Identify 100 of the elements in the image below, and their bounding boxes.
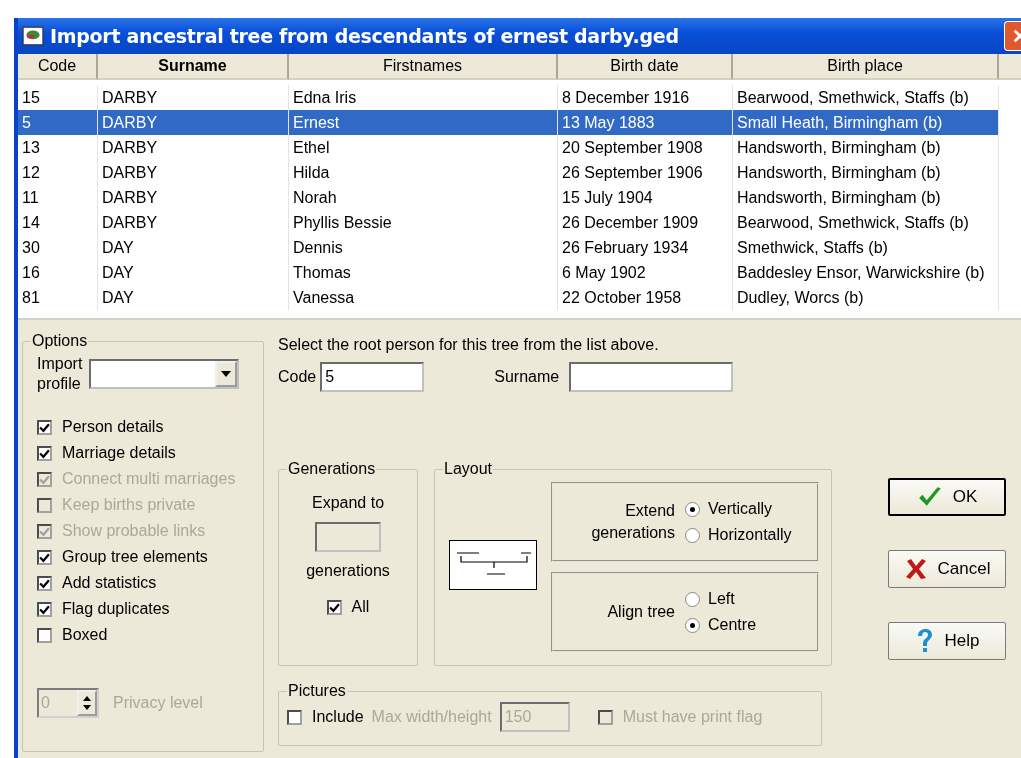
extend-label: Extend generations bbox=[590, 501, 675, 543]
table-cell: 14 bbox=[18, 210, 98, 235]
surname-field[interactable] bbox=[569, 362, 734, 392]
table-cell: Vanessa bbox=[289, 285, 558, 310]
import-profile-label: Import profile bbox=[37, 354, 84, 394]
column-header[interactable]: Birth date bbox=[558, 54, 733, 80]
table-cell: Handsworth, Birmingham (b) bbox=[733, 135, 999, 160]
table-cell: Handsworth, Birmingham (b) bbox=[733, 160, 999, 185]
checkbox-label: All bbox=[351, 598, 370, 616]
checkbox-label: Person details bbox=[62, 418, 164, 436]
import-profile-dropdown[interactable] bbox=[89, 359, 239, 389]
checkbox[interactable] bbox=[37, 627, 52, 643]
table-row[interactable]: 14 DARBY Phyllis Bessie 26 December 1909 Bearwood, Smethwick, Staffs (b) bbox=[18, 210, 1021, 235]
code-field[interactable]: 5 bbox=[320, 362, 425, 392]
table-row[interactable]: 13 DARBY Ethel 20 September 1908 Handsworth, Birmingham (b) bbox=[18, 135, 1021, 160]
table-cell: 22 October 1958 bbox=[558, 285, 733, 310]
group-title: Options bbox=[31, 332, 89, 350]
column-header[interactable]: Surname bbox=[98, 54, 289, 80]
column-header[interactable]: Birth place bbox=[733, 54, 999, 80]
table-cell: Handsworth, Birmingham (b) bbox=[733, 185, 999, 210]
table-cell: DARBY bbox=[98, 160, 289, 185]
window-title: Import ancestral tree from descendants of ernest darby.ged bbox=[50, 25, 679, 47]
instruction-text: Select the root person for this tree from the list above. bbox=[278, 336, 660, 354]
table-cell: DARBY bbox=[98, 135, 289, 160]
radio-button[interactable] bbox=[685, 527, 700, 543]
table-cell: DARBY bbox=[98, 110, 289, 135]
table-cell: 81 bbox=[18, 285, 98, 310]
table-cell: Baddesley Ensor, Warwickshire (b) bbox=[733, 260, 999, 285]
checkbox[interactable] bbox=[37, 601, 52, 617]
cross-icon bbox=[903, 557, 928, 581]
checkbox-label: Must have print flag bbox=[622, 708, 763, 726]
table-cell: DAY bbox=[98, 260, 289, 285]
code-label: Code bbox=[278, 368, 317, 386]
privacy-level-label: Privacy level bbox=[113, 694, 203, 712]
table-row[interactable]: 81 DAY Vanessa 22 October 1958 Dudley, Worcs (b) bbox=[18, 285, 1021, 310]
table-cell: 26 February 1934 bbox=[558, 235, 733, 260]
checkbox-label: Marriage details bbox=[62, 444, 176, 462]
table-cell: 20 September 1908 bbox=[558, 135, 733, 160]
group-title: Layout bbox=[443, 460, 494, 478]
table-cell: DARBY bbox=[98, 185, 289, 210]
generations-label: generations bbox=[306, 562, 390, 580]
column-header[interactable]: Firstnames bbox=[289, 54, 558, 80]
table-cell: Norah bbox=[289, 185, 558, 210]
radio-button[interactable] bbox=[685, 591, 700, 607]
radio-button[interactable] bbox=[685, 501, 700, 517]
radio-label: Centre bbox=[708, 616, 757, 634]
group-title: Generations bbox=[287, 460, 377, 478]
checkbox-label: Add statistics bbox=[62, 574, 157, 592]
max-size-label: Max width/height bbox=[371, 708, 492, 726]
expand-to-label: Expand to bbox=[311, 494, 385, 512]
table-row[interactable]: 11 DARBY Norah 15 July 1904 Handsworth, Birmingham (b) bbox=[18, 185, 1021, 210]
checkbox[interactable] bbox=[37, 549, 52, 565]
table-row[interactable]: 5 DARBY Ernest 13 May 1883 Small Heath, Birmingham (b) bbox=[18, 110, 999, 135]
checkbox-label: Connect multi marriages bbox=[62, 470, 236, 488]
table-cell: 5 bbox=[18, 110, 98, 135]
table-cell: Hilda bbox=[289, 160, 558, 185]
checkbox[interactable] bbox=[37, 575, 52, 591]
cancel-button[interactable]: Cancel bbox=[888, 550, 1006, 588]
checkbox-label: Keep births private bbox=[62, 496, 196, 514]
radio-label: Left bbox=[708, 590, 735, 608]
radio-button[interactable] bbox=[685, 617, 700, 633]
radio-label: Horizontally bbox=[708, 526, 792, 544]
table-cell: DAY bbox=[98, 235, 289, 260]
table-cell: Ernest bbox=[289, 110, 558, 135]
help-button[interactable]: Help bbox=[888, 622, 1006, 660]
checkbox[interactable] bbox=[37, 445, 52, 461]
table-cell: Small Heath, Birmingham (b) bbox=[733, 110, 999, 135]
checkbox-label: Flag duplicates bbox=[62, 600, 170, 618]
table-cell: 26 December 1909 bbox=[558, 210, 733, 235]
checkbox-label: Show probable links bbox=[62, 522, 206, 540]
table-cell: Smethwick, Staffs (b) bbox=[733, 235, 999, 260]
generations-field[interactable] bbox=[315, 522, 381, 552]
table-cell: 16 bbox=[18, 260, 98, 285]
ok-button[interactable]: OK bbox=[888, 478, 1006, 516]
radio-label: Vertically bbox=[708, 500, 773, 518]
dropdown-arrow-icon bbox=[221, 371, 231, 377]
table-cell: DARBY bbox=[98, 210, 289, 235]
table-row[interactable]: 16 DAY Thomas 6 May 1902 Baddesley Ensor, Warwickshire (b) bbox=[18, 260, 1021, 285]
checkbox-label: Boxed bbox=[62, 626, 108, 644]
table-cell: Dudley, Worcs (b) bbox=[733, 285, 999, 310]
table-cell: Dennis bbox=[289, 235, 558, 260]
table-cell: 13 May 1883 bbox=[558, 110, 733, 135]
table-cell: Bearwood, Smethwick, Staffs (b) bbox=[733, 210, 999, 235]
checkbox[interactable] bbox=[37, 419, 52, 435]
table-cell: 13 bbox=[18, 135, 98, 160]
checkbox[interactable] bbox=[326, 599, 342, 615]
table-cell: DAY bbox=[98, 285, 289, 310]
group-title: Pictures bbox=[287, 682, 347, 700]
column-header[interactable]: Code bbox=[18, 54, 98, 80]
table-cell: 26 September 1906 bbox=[558, 160, 733, 185]
table-row[interactable]: 12 DARBY Hilda 26 September 1906 Handsworth, Birmingham (b) bbox=[18, 160, 1021, 185]
table-cell: 12 bbox=[18, 160, 98, 185]
table-cell: Thomas bbox=[289, 260, 558, 285]
table-row[interactable]: 30 DAY Dennis 26 February 1934 Smethwick, Staffs (b) bbox=[18, 235, 1021, 260]
checkbox-label: Group tree elements bbox=[62, 548, 208, 566]
table-cell: 15 July 1904 bbox=[558, 185, 733, 210]
table-cell: Phyllis Bessie bbox=[289, 210, 558, 235]
checkbox[interactable] bbox=[287, 709, 302, 725]
spinner-arrows-icon bbox=[82, 695, 92, 711]
table-cell: Ethel bbox=[289, 135, 558, 160]
